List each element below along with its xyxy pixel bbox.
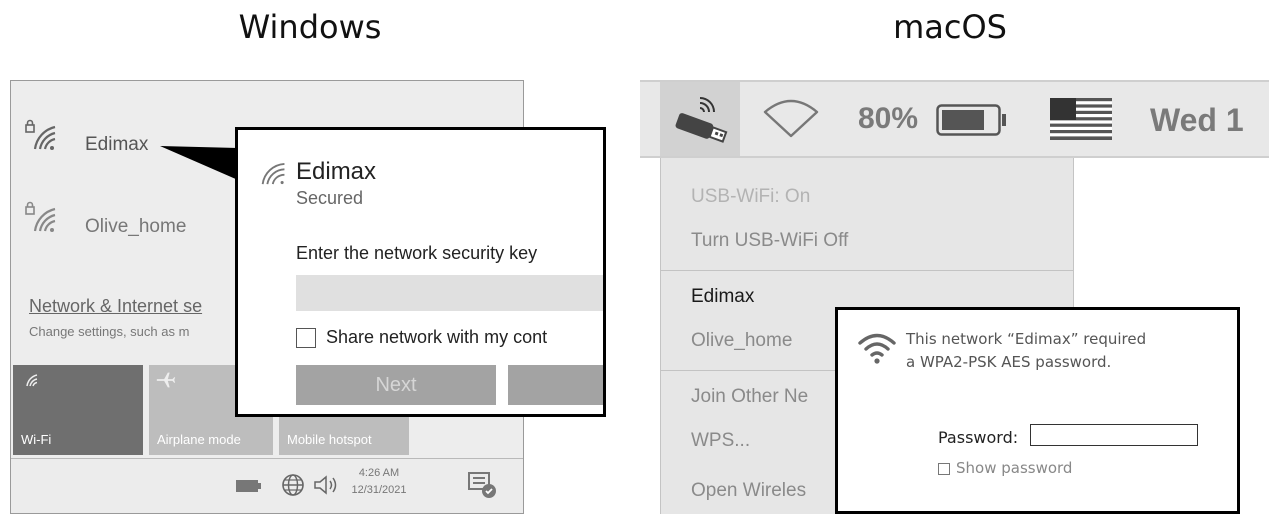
password-message-line1: This network “Edimax” required bbox=[906, 330, 1147, 348]
menu-item-network-olive-home[interactable]: Olive_home bbox=[691, 330, 792, 352]
speaker-icon[interactable] bbox=[313, 474, 339, 496]
show-password-label: Show password bbox=[956, 459, 1073, 477]
secured-wifi-icon bbox=[25, 119, 56, 150]
network-settings-description: Change settings, such as m bbox=[29, 324, 190, 339]
macos-menu-bar: 80% Wed 1 bbox=[640, 80, 1269, 158]
password-input[interactable] bbox=[1030, 424, 1198, 446]
tile-label: Mobile hotspot bbox=[287, 432, 372, 447]
windows-connect-popup: Edimax Secured Enter the network securit… bbox=[235, 127, 606, 417]
menu-item-turn-off[interactable]: Turn USB-WiFi Off bbox=[691, 230, 848, 252]
menu-item-wps[interactable]: WPS... bbox=[691, 430, 750, 452]
clock-date: 12/31/2021 bbox=[351, 484, 407, 496]
password-message-line2: a WPA2-PSK AES password. bbox=[906, 353, 1112, 371]
popup-network-name: Edimax bbox=[296, 158, 377, 185]
menubar-clock[interactable]: Wed 1 bbox=[1150, 102, 1244, 139]
menu-item-network-edimax[interactable]: Edimax bbox=[691, 286, 754, 308]
taskbar-clock[interactable]: 4:26 AM 12/31/2021 bbox=[349, 465, 409, 499]
battery-icon[interactable] bbox=[236, 479, 262, 493]
battery-percentage: 80% bbox=[858, 102, 919, 135]
popup-security-status: Secured bbox=[296, 188, 364, 208]
network-name: Edimax bbox=[85, 134, 149, 155]
tile-wifi[interactable]: Wi-Fi bbox=[13, 365, 143, 455]
next-button[interactable]: Next bbox=[296, 365, 496, 405]
show-password-checkbox[interactable] bbox=[938, 463, 950, 475]
globe-icon[interactable] bbox=[281, 473, 305, 497]
notification-icon[interactable] bbox=[467, 471, 497, 499]
windows-heading: Windows bbox=[238, 8, 382, 46]
password-label: Password: bbox=[938, 428, 1019, 447]
menu-item-status: USB-WiFi: On bbox=[691, 186, 811, 207]
security-key-prompt: Enter the network security key bbox=[296, 243, 538, 263]
wifi-icon[interactable] bbox=[762, 98, 820, 138]
wifi-icon bbox=[858, 333, 896, 364]
menu-item-open-wireless[interactable]: Open Wireles bbox=[691, 480, 806, 502]
tile-label: Wi-Fi bbox=[21, 432, 52, 447]
share-network-checkbox[interactable] bbox=[296, 328, 316, 348]
network-name: Olive_home bbox=[85, 216, 187, 237]
cancel-button[interactable] bbox=[508, 365, 603, 405]
clock-time: 4:26 AM bbox=[358, 467, 400, 479]
network-item-olive-home[interactable]: Olive_home bbox=[23, 201, 243, 251]
macos-password-popup: This network “Edimax” required a WPA2-PS… bbox=[835, 307, 1240, 514]
usb-wifi-menu-extra[interactable] bbox=[660, 82, 740, 156]
security-key-input[interactable] bbox=[296, 275, 603, 311]
secured-wifi-icon bbox=[25, 201, 56, 232]
battery-icon[interactable] bbox=[936, 104, 1008, 136]
callout-pointer bbox=[160, 146, 238, 180]
macos-heading: macOS bbox=[893, 8, 1007, 46]
wifi-icon bbox=[261, 162, 285, 185]
wifi-icon bbox=[26, 374, 38, 387]
us-flag-icon[interactable] bbox=[1050, 98, 1112, 140]
usb-wifi-adapter-icon bbox=[675, 97, 728, 143]
menu-item-join-other[interactable]: Join Other Ne bbox=[691, 386, 808, 408]
airplane-icon bbox=[156, 372, 176, 388]
menu-separator bbox=[661, 270, 1073, 271]
tile-label: Airplane mode bbox=[157, 432, 241, 447]
network-settings-link[interactable]: Network & Internet se bbox=[29, 296, 202, 317]
windows-taskbar: 4:26 AM 12/31/2021 bbox=[11, 458, 523, 513]
share-network-label: Share network with my cont bbox=[326, 327, 548, 347]
